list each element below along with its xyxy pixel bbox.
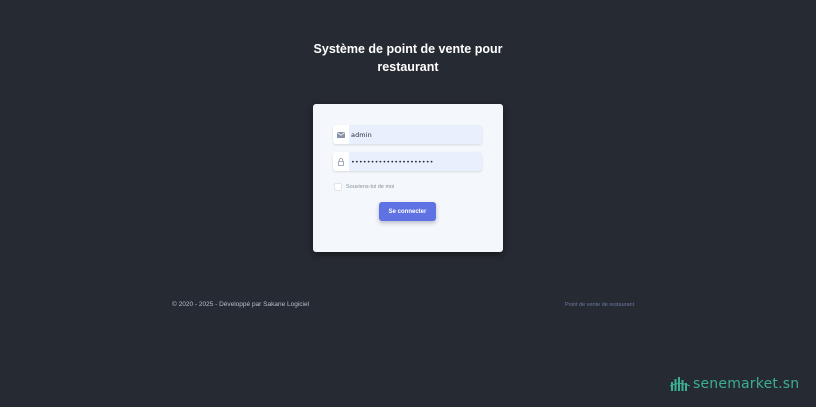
remember-me[interactable]: Souviens-toi de moi xyxy=(334,183,394,191)
senemarket-logo-icon xyxy=(670,377,690,391)
watermark: senemarket.sn xyxy=(670,376,799,392)
login-card: admin ••••••••••••••••••••• Souviens-toi… xyxy=(313,104,503,252)
page-title-line-1: Système de point de vente pour xyxy=(313,42,503,56)
password-value: ••••••••••••••••••••• xyxy=(351,157,434,166)
login-button[interactable]: Se connecter xyxy=(379,202,436,221)
lock-icon xyxy=(333,152,349,171)
footer-copyright: © 2020 - 2025 - Développé par Sakane Log… xyxy=(172,301,310,308)
remember-label: Souviens-toi de moi xyxy=(346,184,395,190)
username-field[interactable]: admin xyxy=(333,125,482,144)
password-field[interactable]: ••••••••••••••••••••• xyxy=(333,152,482,171)
username-value: admin xyxy=(351,130,372,139)
footer-product-link[interactable]: Point de vente de restaurant xyxy=(565,302,634,308)
envelope-icon xyxy=(333,125,349,144)
watermark-text: senemarket.sn xyxy=(693,376,800,392)
page-title: Système de point de vente pour restauran… xyxy=(0,40,816,76)
page-title-line-2: restaurant xyxy=(377,60,439,74)
remember-checkbox[interactable] xyxy=(334,183,342,191)
